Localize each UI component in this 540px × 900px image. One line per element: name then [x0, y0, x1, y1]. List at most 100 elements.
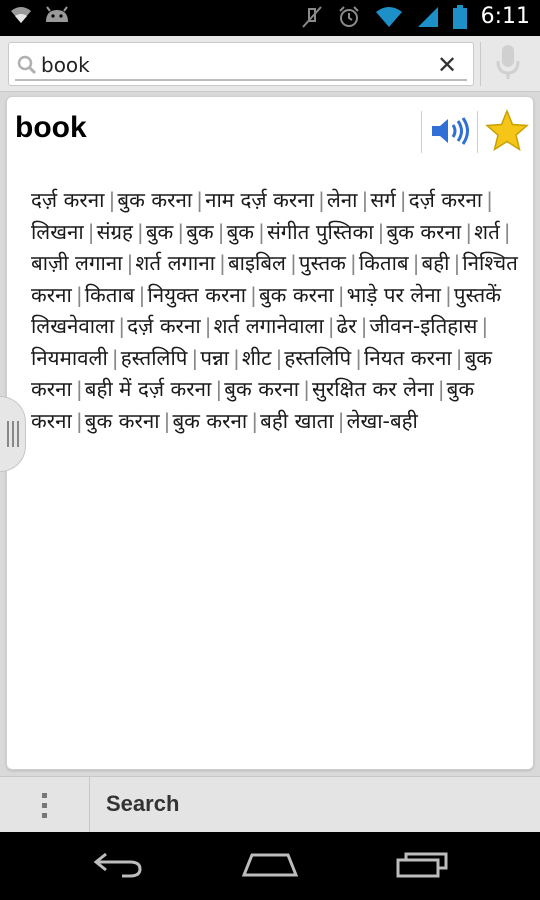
search-action-button[interactable]: Search: [106, 791, 179, 817]
meaning-separator: |: [250, 282, 257, 307]
meaning-item: बुक करना: [84, 408, 160, 433]
meaning-separator: |: [191, 345, 199, 370]
meaning-item: दर्ज़ करना: [31, 188, 105, 212]
meaning-item: बुक करना: [224, 377, 300, 401]
divider: [477, 111, 478, 153]
pronounce-button[interactable]: [427, 113, 475, 153]
meaning-separator: |: [75, 408, 83, 433]
meaning-item: पुस्तक: [298, 251, 346, 275]
meaning-item: लेखा-बही: [346, 408, 418, 433]
meaning-item: बाइबिल: [227, 251, 286, 275]
meaning-item: भाड़े पर लेना: [346, 282, 441, 307]
meaning-separator: |: [445, 282, 452, 307]
meaning-item: लिखना: [31, 219, 84, 244]
meaning-separator: |: [455, 345, 463, 370]
meaning-separator: |: [275, 345, 283, 370]
meaning-separator: |: [377, 219, 385, 244]
recent-apps-button[interactable]: [392, 850, 452, 882]
meaning-separator: |: [453, 251, 461, 275]
meaning-item: बुक करना: [386, 219, 462, 244]
meaning-item: बुक: [145, 219, 174, 244]
meaning-item: बुक करना: [172, 408, 248, 433]
back-icon: [92, 850, 144, 882]
android-icon: [44, 6, 70, 24]
meaning-separator: |: [289, 251, 297, 275]
meaning-item: संगीत पुस्तिका: [266, 219, 374, 244]
meaning-item: संग्रह: [96, 219, 133, 244]
meaning-item: बही: [421, 251, 450, 275]
meaning-separator: |: [437, 377, 445, 401]
search-underline: [15, 79, 467, 81]
search-bar: ✕: [0, 36, 540, 92]
clear-button[interactable]: ✕: [433, 51, 461, 79]
overflow-menu-button[interactable]: [0, 777, 90, 833]
meaning-separator: |: [204, 314, 212, 338]
mute-icon: [301, 5, 323, 29]
meaning-item: शीट: [241, 345, 272, 370]
action-bar: Search: [0, 776, 540, 833]
meaning-item: बुक: [226, 219, 255, 244]
meaning-separator: |: [337, 408, 345, 433]
meaning-separator: |: [327, 314, 335, 338]
definition-card: book दर्ज़ करना |बुक करना |नाम दर्ज़ करना |…: [6, 96, 534, 770]
meaning-separator: |: [399, 188, 407, 212]
mic-button[interactable]: [480, 42, 534, 86]
search-field[interactable]: ✕: [8, 42, 474, 86]
meaning-separator: |: [361, 188, 369, 212]
home-button[interactable]: [240, 850, 300, 882]
wifi-icon: [10, 6, 32, 24]
word-title: book: [15, 111, 87, 144]
status-bar: 6:11: [0, 0, 540, 36]
meaning-separator: |: [337, 282, 345, 307]
meaning-separator: |: [486, 188, 494, 212]
favorite-button[interactable]: [483, 109, 531, 157]
cell-signal-icon: [417, 6, 439, 28]
meaning-item: जीवन-इतिहास: [369, 314, 478, 338]
meaning-item: किताब: [358, 251, 409, 275]
meaning-separator: |: [75, 282, 83, 307]
search-input[interactable]: [41, 49, 421, 81]
alarm-icon: [337, 5, 361, 29]
meaning-separator: |: [219, 251, 226, 275]
meaning-item: पन्ना: [200, 345, 229, 370]
meaning-item: सर्ग: [370, 188, 396, 212]
meaning-item: दर्ज़ करना: [127, 314, 201, 338]
overflow-dot: [42, 802, 47, 808]
meanings-list: दर्ज़ करना |बुक करना |नाम दर्ज़ करना |लेना |…: [31, 185, 521, 437]
meaning-separator: |: [317, 188, 325, 212]
meaning-item: नाम दर्ज़ करना: [205, 188, 314, 212]
battery-icon: [452, 4, 467, 29]
meaning-item: सुरक्षित कर लेना: [312, 377, 434, 401]
meaning-separator: |: [303, 377, 310, 401]
meaning-item: शर्त लगाना: [135, 251, 216, 275]
overflow-dot: [42, 792, 47, 798]
meaning-item: दर्ज़ करना: [408, 188, 483, 212]
meaning-item: बुक करना: [258, 282, 334, 307]
divider: [421, 111, 422, 153]
meaning-separator: |: [75, 377, 83, 401]
meaning-item: बही में दर्ज़ करना: [84, 377, 212, 401]
meaning-separator: |: [118, 314, 126, 338]
meaning-item: नियुक्त करना: [147, 282, 247, 307]
meaning-separator: |: [111, 345, 119, 370]
meaning-separator: |: [163, 408, 171, 433]
meaning-separator: |: [503, 219, 511, 244]
meaning-separator: |: [138, 282, 146, 307]
status-time: 6:11: [480, 4, 530, 29]
meaning-separator: |: [481, 314, 489, 338]
back-button[interactable]: [88, 850, 148, 882]
meaning-item: किताब: [84, 282, 135, 307]
meaning-separator: |: [177, 219, 185, 244]
meaning-separator: |: [349, 251, 357, 275]
recent-apps-icon: [396, 850, 448, 882]
meaning-separator: |: [465, 219, 473, 244]
meaning-item: बुक: [186, 219, 214, 244]
meaning-item: हस्तलिपि: [120, 345, 188, 370]
meaning-item: बाज़ी लगाना: [31, 251, 123, 275]
meaning-separator: |: [412, 251, 420, 275]
meaning-item: बही खाता: [260, 408, 334, 433]
speaker-icon: [430, 116, 472, 150]
meaning-separator: |: [126, 251, 134, 275]
meaning-separator: |: [87, 219, 95, 244]
home-icon: [241, 851, 299, 881]
